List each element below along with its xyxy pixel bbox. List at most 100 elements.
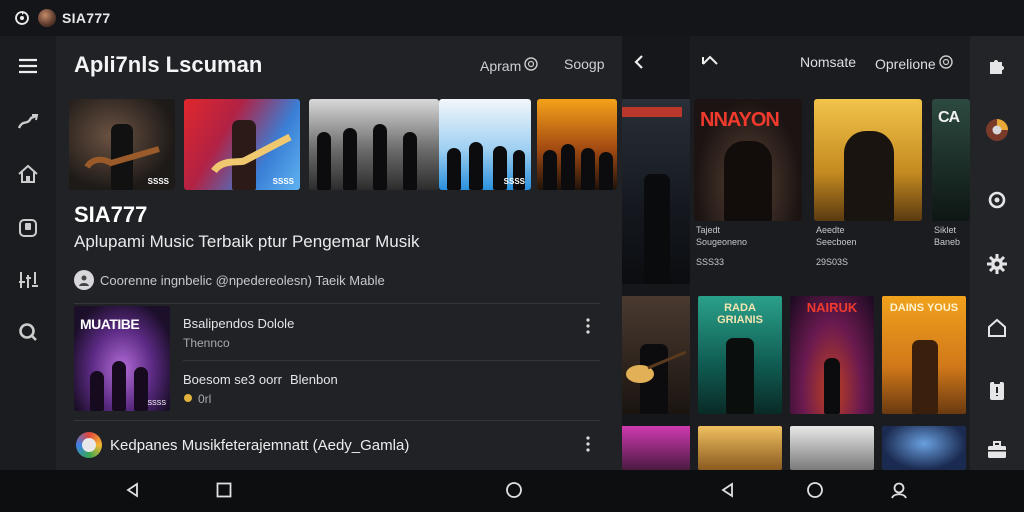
card-subtitle: Siklet Baneb: [934, 224, 960, 248]
divider: [74, 303, 600, 304]
thumbnail-tag: SSSS: [503, 177, 525, 186]
header-button-options[interactable]: Oprelione: [875, 54, 954, 73]
card-subtitle-line2: Sougeoneno: [696, 237, 748, 247]
home-nav-icon[interactable]: [504, 480, 524, 500]
more-options-icon[interactable]: [580, 316, 596, 336]
poster-card[interactable]: [698, 426, 782, 470]
featured-thumbnails: SSSS SSSS SSSS: [69, 99, 622, 190]
divider: [74, 420, 600, 421]
collapse-icon[interactable]: [700, 54, 720, 75]
thumbnail-rocker[interactable]: SSSS: [184, 99, 300, 190]
album-tag: SSSS: [147, 400, 166, 407]
poster-card[interactable]: NAIRUK: [790, 296, 874, 414]
library-icon[interactable]: [16, 216, 40, 240]
track-title-secondary[interactable]: Blenbon: [290, 372, 338, 387]
main-panel: Apli7nls Lscuman Apram Soogp SSSS SSSS S…: [56, 36, 622, 470]
card-subtitle-line2: Baneb: [934, 237, 961, 247]
card-subtitle: Aeedte Seecboen 29S03S: [816, 224, 857, 268]
list-item[interactable]: Kedpanes Musikfeterajemnatt (Aedy_Gamla): [76, 432, 409, 458]
back-nav-icon[interactable]: [717, 480, 737, 500]
track-subtitle: Thennco: [183, 336, 230, 350]
poster-title: NAIRUK: [806, 300, 858, 315]
thumbnail-tag: SSSS: [147, 177, 169, 186]
poster-title: RADA GRIANIS: [717, 302, 763, 326]
system-nav-bar: [0, 470, 1024, 512]
side-poster-dark[interactable]: [622, 99, 690, 284]
equalizer-icon[interactable]: [16, 268, 40, 292]
side-poster-guitar[interactable]: [622, 296, 690, 414]
track-title[interactable]: Bsalipendos Dolole: [183, 316, 294, 331]
artist-card[interactable]: [814, 99, 922, 221]
artist-tagline: Aplupami Music Terbaik ptur Pengemar Mus…: [74, 232, 420, 251]
list-item-label: Kedpanes Musikfeterajemnatt (Aedy_Gamla): [110, 436, 410, 454]
search-icon: [523, 56, 539, 75]
divider: [183, 360, 600, 361]
gear-icon[interactable]: [985, 252, 1009, 276]
status-bar: SIA777: [0, 0, 1024, 470]
puzzle-icon[interactable]: [985, 54, 1009, 78]
right-panel: Nomsate Oprelione NNAYON Tajedt Sougeone…: [690, 36, 970, 470]
card-subtitle-line1: Tajedt: [696, 225, 721, 235]
artist-card[interactable]: NNAYON: [694, 99, 802, 221]
album-cover[interactable]: MUATIBE SSSS: [74, 306, 170, 411]
clipboard-icon[interactable]: [985, 378, 1009, 402]
card-subtitle-line1: Aeedte: [816, 225, 845, 235]
card-subtitle: Tajedt Sougeoneno SSS33: [696, 224, 747, 268]
search-icon[interactable]: [16, 320, 40, 344]
artist-name: SIA777: [74, 202, 148, 227]
poster-card[interactable]: DAINS YOUS: [882, 296, 966, 414]
header-label-nomsate[interactable]: Nomsate: [800, 54, 856, 70]
card-subtitle-line1: Siklet: [934, 225, 957, 235]
trend-icon[interactable]: [16, 110, 40, 134]
left-nav-rail: [0, 36, 56, 470]
recents-nav-icon[interactable]: [214, 480, 234, 500]
header-options-label: Oprelione: [875, 55, 936, 72]
card-count: 29S03S: [816, 257, 849, 267]
star-icon: [183, 392, 193, 406]
card-subtitle-line2: Seecboen: [816, 237, 857, 247]
assistant-nav-icon[interactable]: [889, 480, 909, 500]
menu-icon[interactable]: [16, 54, 40, 78]
card-count: SSS33: [696, 257, 725, 267]
right-tool-rail: [970, 36, 1024, 470]
page-title: Apli7nls Lscuman: [74, 52, 263, 77]
sync-icon: [14, 10, 30, 26]
track-title[interactable]: Boesom se3 oorr: [183, 372, 282, 387]
header-button-label: Apram: [480, 57, 522, 74]
header-button-apram[interactable]: Apram: [480, 56, 539, 75]
briefcase-icon[interactable]: [985, 438, 1009, 462]
header-button-soogp[interactable]: Soogp: [564, 56, 604, 72]
thumbnail-band-blue[interactable]: SSSS: [439, 99, 531, 190]
thumbnail-band-gray[interactable]: [309, 99, 439, 190]
more-options-icon[interactable]: [580, 434, 596, 454]
thumbnail-band-sunset[interactable]: [537, 99, 617, 190]
status-app-name: SIA777: [62, 10, 111, 26]
refresh-icon[interactable]: [985, 188, 1009, 212]
side-poster-pink[interactable]: [622, 426, 690, 470]
track-rating-value: 0rl: [198, 392, 212, 406]
track-rating: 0rl: [183, 392, 211, 406]
artist-meta: Coorenne ingnbelic @npedereolesn) Taeik …: [74, 270, 385, 290]
artist-card[interactable]: CA: [932, 99, 970, 221]
side-poster-text: [622, 105, 686, 122]
chrome-icon: [76, 432, 102, 458]
back-nav-icon[interactable]: [122, 480, 142, 500]
artist-meta-text: Coorenne ingnbelic @npedereolesn) Taeik …: [100, 272, 385, 288]
chrome-icon[interactable]: [985, 118, 1009, 142]
middle-column: [622, 36, 690, 470]
poster-title: DAINS YOUS: [889, 302, 959, 314]
thumbnail-tag: SSSS: [272, 177, 294, 186]
card-title: CA: [938, 109, 960, 126]
header-button-label: Soogp: [564, 56, 605, 72]
poster-card[interactable]: [790, 426, 874, 470]
poster-card[interactable]: [882, 426, 966, 470]
album-title: MUATIBE: [80, 316, 140, 332]
home-icon[interactable]: [985, 316, 1009, 340]
search-icon: [938, 54, 954, 73]
thumbnail-guitarist[interactable]: SSSS: [69, 99, 175, 190]
poster-card[interactable]: RADA GRIANIS: [698, 296, 782, 414]
home-icon[interactable]: [16, 162, 40, 186]
home-nav-icon[interactable]: [805, 480, 825, 500]
avatar[interactable]: [38, 9, 56, 27]
back-icon[interactable]: [632, 54, 646, 75]
